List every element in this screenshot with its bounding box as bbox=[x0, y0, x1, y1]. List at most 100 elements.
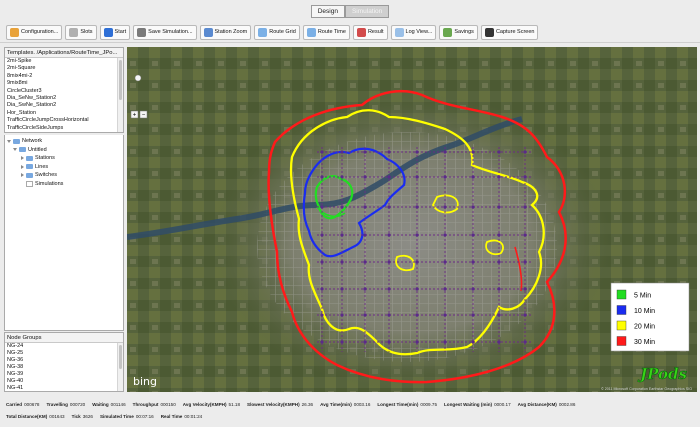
station-node[interactable] bbox=[340, 233, 344, 237]
station-node[interactable] bbox=[363, 150, 367, 154]
station-node[interactable] bbox=[387, 233, 391, 237]
station-node[interactable] bbox=[443, 150, 447, 154]
route-time-button[interactable]: Route Time bbox=[302, 24, 350, 40]
station-node[interactable] bbox=[387, 287, 391, 291]
station-node[interactable] bbox=[497, 205, 501, 209]
station-node[interactable] bbox=[320, 175, 324, 179]
tree-network[interactable]: Network bbox=[7, 137, 121, 146]
station-node[interactable] bbox=[443, 205, 447, 209]
save-simulation-button[interactable]: Save Simulation... bbox=[133, 24, 197, 40]
result-button[interactable]: Result bbox=[352, 24, 388, 40]
station-node[interactable] bbox=[387, 205, 391, 209]
station-node[interactable] bbox=[471, 287, 475, 291]
station-node[interactable] bbox=[320, 233, 324, 237]
station-node[interactable] bbox=[471, 150, 475, 154]
station-node[interactable] bbox=[340, 313, 344, 317]
tree-stations[interactable]: Stations bbox=[7, 154, 121, 163]
station-node[interactable] bbox=[523, 205, 527, 209]
station-node[interactable] bbox=[320, 287, 324, 291]
station-node[interactable] bbox=[340, 150, 344, 154]
station-node[interactable] bbox=[523, 260, 527, 264]
station-node[interactable] bbox=[523, 233, 527, 237]
slots-button[interactable]: Slots bbox=[65, 24, 97, 40]
station-node[interactable] bbox=[387, 340, 391, 344]
station-node[interactable] bbox=[387, 313, 391, 317]
savings-button[interactable]: Savings bbox=[439, 24, 478, 40]
station-node[interactable] bbox=[415, 150, 419, 154]
station-node[interactable] bbox=[471, 340, 475, 344]
template-item[interactable]: Dia_SwNe_Station2 bbox=[5, 102, 123, 109]
template-item[interactable]: CircleCluster3 bbox=[5, 88, 123, 95]
station-node[interactable] bbox=[415, 313, 419, 317]
station-node[interactable] bbox=[363, 233, 367, 237]
node-group-item[interactable]: NG-41 bbox=[5, 385, 123, 391]
station-node[interactable] bbox=[363, 175, 367, 179]
route-grid-button[interactable]: Route Grid bbox=[254, 24, 300, 40]
station-node[interactable] bbox=[320, 340, 324, 344]
log-view-button[interactable]: Log View... bbox=[390, 24, 437, 40]
station-node[interactable] bbox=[387, 260, 391, 264]
station-node[interactable] bbox=[443, 313, 447, 317]
station-node[interactable] bbox=[497, 260, 501, 264]
node-group-item[interactable]: NG-40 bbox=[5, 378, 123, 385]
station-node[interactable] bbox=[523, 287, 527, 291]
template-item[interactable]: TrafficCircleJumpCrossHorizontal bbox=[5, 117, 123, 124]
template-item[interactable]: 2mi-Square bbox=[5, 65, 123, 72]
station-node[interactable] bbox=[415, 175, 419, 179]
station-node[interactable] bbox=[523, 340, 527, 344]
station-node[interactable] bbox=[523, 175, 527, 179]
template-item[interactable]: 2mi-Spike bbox=[5, 58, 123, 65]
station-node[interactable] bbox=[443, 260, 447, 264]
map-view[interactable]: + − 5 Min 10 Min 20 Min 30 Min bing © 2011 … bbox=[127, 47, 697, 392]
tree-untitled[interactable]: Untitled bbox=[7, 146, 121, 155]
template-item[interactable]: TrafficCircleSideJumps bbox=[5, 125, 123, 132]
station-node[interactable] bbox=[363, 313, 367, 317]
station-node[interactable] bbox=[387, 150, 391, 154]
station-node[interactable] bbox=[471, 205, 475, 209]
node-group-item[interactable]: NG-25 bbox=[5, 350, 123, 357]
station-node[interactable] bbox=[320, 150, 324, 154]
tree-lines[interactable]: Lines bbox=[7, 163, 121, 172]
node-group-item[interactable]: NG-24 bbox=[5, 343, 123, 350]
capture-screen-button[interactable]: Capture Screen bbox=[480, 24, 539, 40]
template-item[interactable]: 9mix8mi bbox=[5, 80, 123, 87]
station-node[interactable] bbox=[320, 205, 324, 209]
station-node[interactable] bbox=[471, 313, 475, 317]
station-node[interactable] bbox=[497, 233, 501, 237]
template-item[interactable]: 8mix4mi-2 bbox=[5, 73, 123, 80]
station-node[interactable] bbox=[340, 205, 344, 209]
tab-design[interactable]: Design bbox=[310, 4, 345, 18]
station-node[interactable] bbox=[471, 233, 475, 237]
station-node[interactable] bbox=[363, 205, 367, 209]
station-node[interactable] bbox=[497, 287, 501, 291]
configuration-button[interactable]: Configuration... bbox=[6, 24, 63, 40]
station-node[interactable] bbox=[443, 287, 447, 291]
station-node[interactable] bbox=[415, 287, 419, 291]
tree-switches[interactable]: Switches bbox=[7, 171, 121, 180]
station-node[interactable] bbox=[387, 175, 391, 179]
station-node[interactable] bbox=[340, 340, 344, 344]
station-node[interactable] bbox=[497, 313, 501, 317]
station-node[interactable] bbox=[320, 313, 324, 317]
station-node[interactable] bbox=[497, 175, 501, 179]
station-node[interactable] bbox=[340, 175, 344, 179]
station-node[interactable] bbox=[471, 260, 475, 264]
station-node[interactable] bbox=[523, 313, 527, 317]
station-node[interactable] bbox=[523, 150, 527, 154]
start-button[interactable]: Start bbox=[99, 24, 131, 40]
station-node[interactable] bbox=[497, 150, 501, 154]
node-group-item[interactable]: NG-36 bbox=[5, 357, 123, 364]
tab-simulation[interactable]: Simulation bbox=[344, 4, 390, 18]
station-node[interactable] bbox=[363, 340, 367, 344]
station-node[interactable] bbox=[363, 260, 367, 264]
station-node[interactable] bbox=[497, 340, 501, 344]
node-group-item[interactable]: NG-39 bbox=[5, 371, 123, 378]
templates-scrollbar[interactable] bbox=[117, 58, 123, 132]
station-node[interactable] bbox=[415, 340, 419, 344]
station-node[interactable] bbox=[340, 260, 344, 264]
station-node[interactable] bbox=[443, 175, 447, 179]
station-node[interactable] bbox=[340, 287, 344, 291]
station-zoom-button[interactable]: Station Zoom bbox=[199, 24, 252, 40]
station-node[interactable] bbox=[415, 205, 419, 209]
node-groups-scrollbar[interactable] bbox=[117, 343, 123, 391]
